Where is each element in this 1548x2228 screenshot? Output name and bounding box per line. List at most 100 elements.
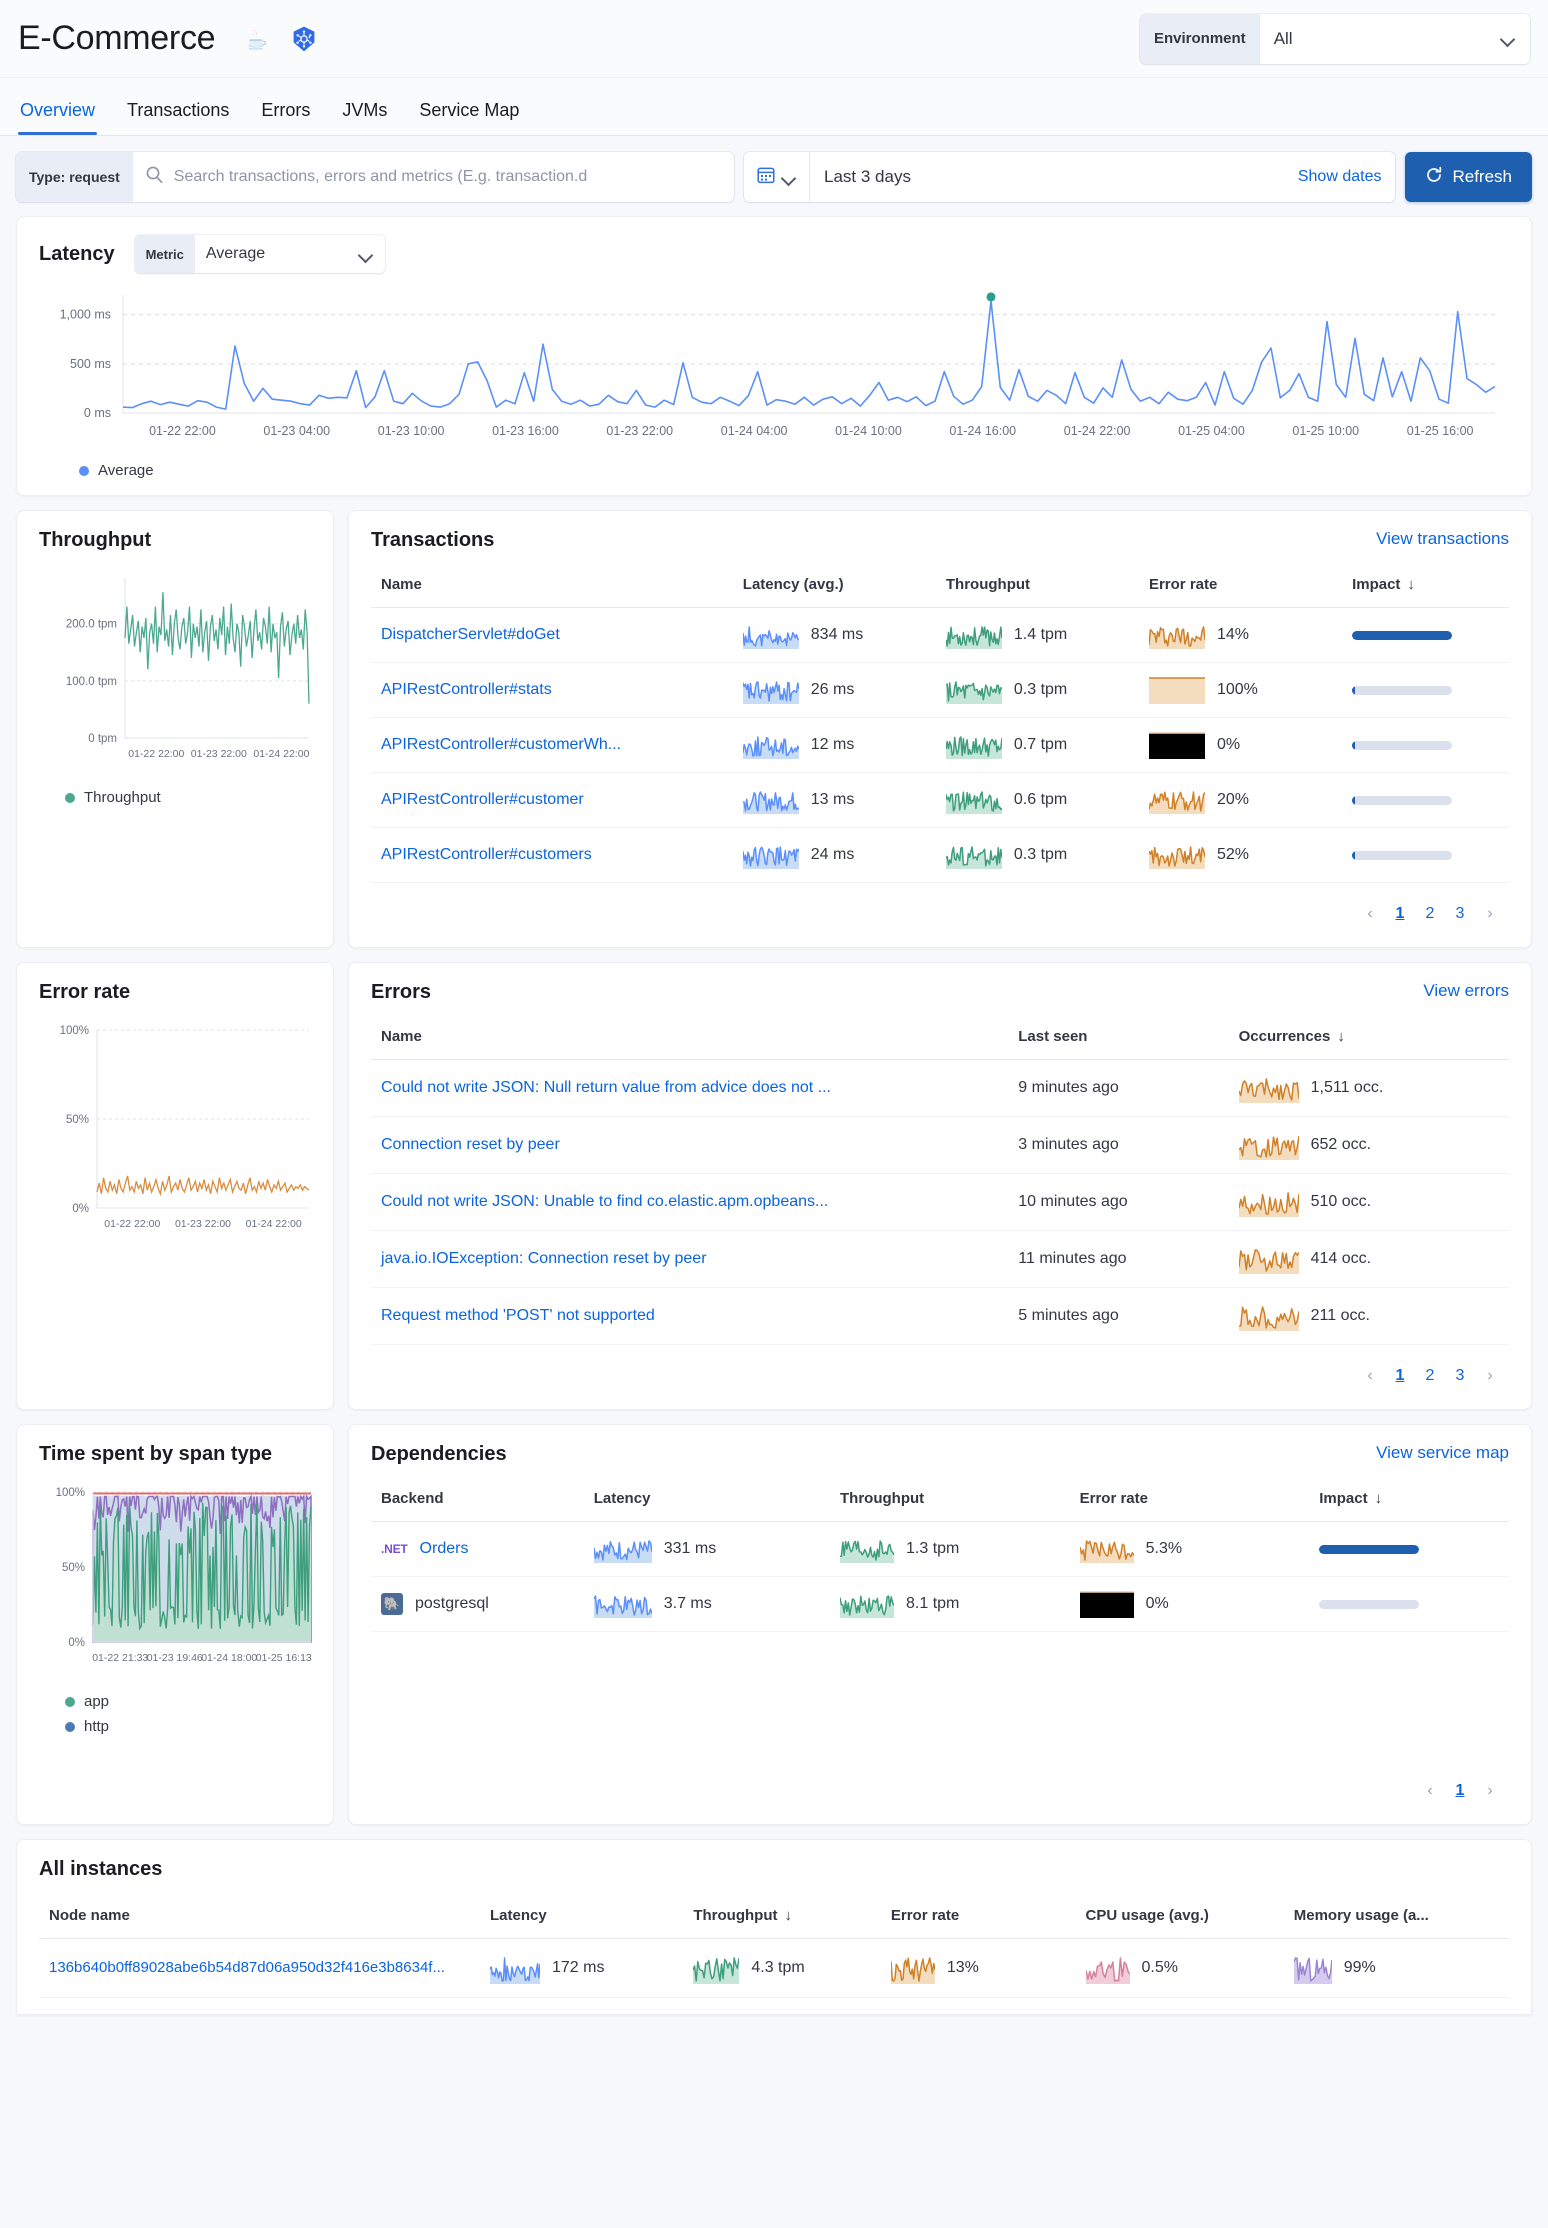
span-legend-http[interactable]: http	[65, 1718, 311, 1735]
page-1-button[interactable]: 1	[1447, 1778, 1473, 1804]
table-row[interactable]: .NETOrders331 ms1.3 tpm5.3%	[371, 1522, 1509, 1577]
tab-transactions[interactable]: Transactions	[125, 100, 231, 135]
span-legend-app[interactable]: app	[65, 1693, 311, 1710]
transaction-name-link[interactable]: APIRestController#stats	[381, 681, 552, 698]
page-2-button[interactable]: 2	[1417, 901, 1443, 927]
table-row[interactable]: Could not write JSON: Unable to find co.…	[371, 1174, 1509, 1231]
col-last-seen[interactable]: Last seen	[1008, 1022, 1228, 1060]
table-row[interactable]: Request method 'POST' not supported5 min…	[371, 1288, 1509, 1345]
col-throughput[interactable]: Throughput	[830, 1484, 1070, 1522]
error-rate-cell: 13%	[881, 1939, 1076, 1998]
page-2-button[interactable]: 2	[1417, 1363, 1443, 1389]
view-transactions-link[interactable]: View transactions	[1376, 529, 1509, 549]
calendar-quickselect-button[interactable]	[744, 152, 810, 202]
next-page-button[interactable]: ›	[1477, 1363, 1503, 1389]
page-1-button[interactable]: 1	[1387, 901, 1413, 927]
span-type-chart[interactable]: 0%50%100%01-22 21:3301-23 19:4601-24 18:…	[39, 1482, 311, 1677]
show-dates-button[interactable]: Show dates	[1284, 152, 1396, 202]
throughput-legend-item[interactable]: Throughput	[39, 789, 311, 806]
svg-text:01-23 10:00: 01-23 10:00	[378, 424, 445, 438]
col-error-rate[interactable]: Error rate	[881, 1901, 1076, 1939]
metric-selector[interactable]: Metric Average	[135, 235, 385, 273]
col-memory-usage[interactable]: Memory usage (a...	[1284, 1901, 1509, 1939]
search-icon	[145, 165, 164, 189]
error-name-link[interactable]: java.io.IOException: Connection reset by…	[381, 1250, 707, 1267]
svg-text:0 tpm: 0 tpm	[88, 733, 117, 745]
view-service-map-link[interactable]: View service map	[1376, 1443, 1509, 1463]
date-range-value[interactable]: Last 3 days	[810, 152, 1284, 202]
search-shell: Type: request Search transactions, error…	[16, 152, 734, 202]
col-error-rate[interactable]: Error rate	[1070, 1484, 1310, 1522]
col-node-name[interactable]: Node name	[39, 1901, 480, 1939]
transaction-name-link[interactable]: APIRestController#customers	[381, 846, 592, 863]
throughput-chart[interactable]: 0 tpm100.0 tpm200.0 tpm01-22 22:0001-23 …	[39, 568, 311, 773]
prev-page-button[interactable]: ‹	[1417, 1778, 1443, 1804]
table-row[interactable]: APIRestController#customerWh...12 ms0.7 …	[371, 718, 1509, 773]
page-1-button[interactable]: 1	[1387, 1363, 1413, 1389]
environment-selector[interactable]: Environment All	[1140, 14, 1530, 64]
col-latency[interactable]: Latency (avg.)	[733, 570, 936, 608]
col-throughput[interactable]: Throughput↓	[683, 1901, 881, 1939]
error-name-link[interactable]: Could not write JSON: Null return value …	[381, 1079, 831, 1096]
error-rate-chart[interactable]: 0%50%100%01-22 22:0001-23 22:0001-24 22:…	[39, 1020, 311, 1243]
transaction-name-link[interactable]: APIRestController#customer	[381, 791, 584, 808]
tab-jvms[interactable]: JVMs	[340, 100, 389, 135]
impact-cell	[1309, 1522, 1509, 1577]
col-throughput-label: Throughput	[693, 1907, 777, 1924]
table-row[interactable]: APIRestController#stats26 ms0.3 tpm100%	[371, 663, 1509, 718]
error-name-link[interactable]: Connection reset by peer	[381, 1136, 560, 1153]
table-row[interactable]: 🐘postgresql3.7 ms8.1 tpm0%	[371, 1577, 1509, 1632]
backend-name[interactable]: Orders	[420, 1540, 469, 1558]
table-row[interactable]: Connection reset by peer3 minutes ago652…	[371, 1117, 1509, 1174]
metric-value-wrap[interactable]: Average	[195, 235, 385, 273]
col-impact[interactable]: Impact↓	[1309, 1484, 1509, 1522]
col-occurrences[interactable]: Occurrences↓	[1229, 1022, 1509, 1060]
dependencies-panel: Dependencies View service map Backend La…	[348, 1424, 1532, 1825]
refresh-button[interactable]: Refresh	[1405, 152, 1532, 202]
next-page-button[interactable]: ›	[1477, 901, 1503, 927]
error-rate-cell: 5.3%	[1070, 1522, 1310, 1577]
transaction-name-link[interactable]: DispatcherServlet#doGet	[381, 626, 560, 643]
col-impact[interactable]: Impact↓	[1342, 570, 1509, 608]
view-errors-link[interactable]: View errors	[1423, 981, 1509, 1001]
prev-page-button[interactable]: ‹	[1357, 901, 1383, 927]
memory-usage-value: 99%	[1344, 1959, 1402, 1977]
tab-service-map[interactable]: Service Map	[417, 100, 521, 135]
table-row[interactable]: APIRestController#customers24 ms0.3 tpm5…	[371, 828, 1509, 883]
tab-errors[interactable]: Errors	[259, 100, 312, 135]
tab-overview[interactable]: Overview	[18, 100, 97, 135]
occurrences-cell: 1,511 occ.	[1229, 1060, 1509, 1117]
environment-value-wrap[interactable]: All	[1260, 14, 1530, 64]
all-instances-title: All instances	[39, 1858, 1509, 1881]
latency-legend-item[interactable]: Average	[79, 462, 154, 479]
table-row[interactable]: 136b640b0ff89028abe6b54d87d06a950d32f416…	[39, 1939, 1509, 1998]
table-row[interactable]: Could not write JSON: Null return value …	[371, 1060, 1509, 1117]
node-name-link[interactable]: 136b640b0ff89028abe6b54d87d06a950d32f416…	[49, 1959, 445, 1976]
col-name[interactable]: Name	[371, 570, 733, 608]
error-name-link[interactable]: Request method 'POST' not supported	[381, 1307, 655, 1324]
error-name-link[interactable]: Could not write JSON: Unable to find co.…	[381, 1193, 828, 1210]
col-error-rate[interactable]: Error rate	[1139, 570, 1342, 608]
search-field[interactable]: Search transactions, errors and metrics …	[133, 152, 734, 202]
page-3-button[interactable]: 3	[1447, 1363, 1473, 1389]
col-backend[interactable]: Backend	[371, 1484, 584, 1522]
table-row[interactable]: java.io.IOException: Connection reset by…	[371, 1231, 1509, 1288]
col-throughput[interactable]: Throughput	[936, 570, 1139, 608]
next-page-button[interactable]: ›	[1477, 1778, 1503, 1804]
all-instances-panel: All instances Node name Latency Throughp…	[16, 1839, 1532, 2015]
impact-cell	[1342, 828, 1509, 883]
latency-cell: 13 ms	[733, 773, 936, 828]
table-row[interactable]: DispatcherServlet#doGet834 ms1.4 tpm14%	[371, 608, 1509, 663]
col-latency[interactable]: Latency	[584, 1484, 830, 1522]
col-name[interactable]: Name	[371, 1022, 1008, 1060]
search-input[interactable]: Search transactions, errors and metrics …	[174, 168, 588, 186]
col-cpu-usage[interactable]: CPU usage (avg.)	[1076, 1901, 1284, 1939]
prev-page-button[interactable]: ‹	[1357, 1363, 1383, 1389]
type-filter-badge[interactable]: Type: request	[16, 152, 133, 202]
page-3-button[interactable]: 3	[1447, 901, 1473, 927]
transaction-name-link[interactable]: APIRestController#customerWh...	[381, 736, 621, 753]
col-latency[interactable]: Latency	[480, 1901, 683, 1939]
table-row[interactable]: APIRestController#customer13 ms0.6 tpm20…	[371, 773, 1509, 828]
latency-chart[interactable]: 0 ms500 ms1,000 ms01-22 22:0001-23 04:00…	[39, 287, 1509, 452]
java-icon	[241, 24, 271, 54]
